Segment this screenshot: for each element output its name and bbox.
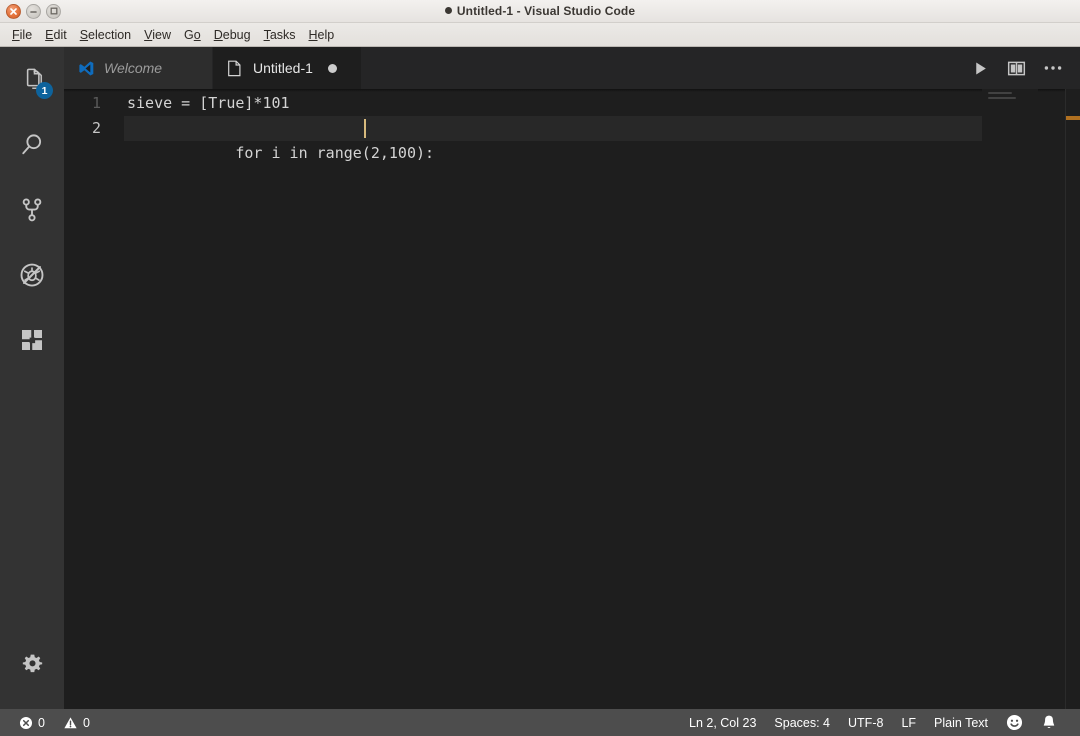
tab-bar: Welcome Untitled-1 [64,47,1080,89]
activity-bar-bottom-group [0,632,64,709]
menu-help[interactable]: Help [303,26,341,44]
error-icon [19,716,33,730]
tab-label: Untitled-1 [253,60,313,76]
tab-untitled-1[interactable]: Untitled-1 [213,47,362,89]
menu-selection[interactable]: Selection [74,26,137,44]
text-caret [364,119,366,138]
status-bar-left: 0 0 [0,709,99,736]
status-errors-count: 0 [38,716,45,730]
status-eol[interactable]: LF [892,709,925,736]
run-button[interactable] [972,60,989,77]
line-number-gutter: 1 2 [64,89,124,709]
extensions-icon [17,325,47,355]
menubar: File Edit Selection View Go Debug Tasks … [0,23,1080,47]
workbench-body: 1 [0,47,1080,709]
menu-view[interactable]: View [138,26,177,44]
status-encoding[interactable]: UTF-8 [839,709,892,736]
code-line-text: for i in range(2,100): [235,144,434,162]
search-icon [17,130,47,160]
status-feedback[interactable] [997,709,1032,736]
smiley-icon [1006,714,1023,731]
tab-label: Welcome [104,60,162,76]
activity-bar: 1 [0,47,64,709]
warning-icon [63,716,78,730]
editor-group: Welcome Untitled-1 [64,47,1080,709]
status-bar: 0 0 Ln 2, Col 23 Spaces: 4 UTF-8 LF Plai… [0,709,1080,736]
status-indentation[interactable]: Spaces: 4 [765,709,839,736]
code-line[interactable]: sieve = [True]*101 [124,91,1080,116]
tabs: Welcome Untitled-1 [64,47,362,89]
sidebar-item-debug[interactable] [0,242,64,307]
window-title-text: Untitled-1 - Visual Studio Code [457,4,635,18]
line-number: 1 [64,91,101,116]
sidebar-item-search[interactable] [0,112,64,177]
menu-file[interactable]: File [6,26,38,44]
gear-icon [19,651,46,678]
window-dirty-indicator [445,7,452,14]
minimize-button[interactable] [26,4,41,19]
vscode-window: Untitled-1 - Visual Studio Code File Edi… [0,0,1080,736]
vscode-logo-icon [78,60,95,77]
activity-bar-top-group: 1 [0,47,64,372]
window-titlebar: Untitled-1 - Visual Studio Code [0,0,1080,23]
close-button[interactable] [6,4,21,19]
menu-debug[interactable]: Debug [208,26,257,44]
status-warnings[interactable]: 0 [54,709,99,736]
status-bar-right: Ln 2, Col 23 Spaces: 4 UTF-8 LF Plain Te… [680,709,1080,736]
split-editor-button[interactable] [1007,59,1026,78]
more-actions-button[interactable] [1044,65,1062,71]
status-cursor-position[interactable]: Ln 2, Col 23 [680,709,765,736]
menu-tasks[interactable]: Tasks [258,26,302,44]
sidebar-item-explorer[interactable]: 1 [0,47,64,112]
window-title: Untitled-1 - Visual Studio Code [0,4,1080,18]
bell-icon [1041,714,1057,731]
line-number: 2 [64,116,101,141]
source-control-icon [17,195,47,225]
sidebar-item-extensions[interactable] [0,307,64,372]
explorer-badge: 1 [36,82,53,99]
code-content[interactable]: sieve = [True]*101 for i in range(2,100)… [124,89,1080,709]
cursor-overview-marker [1066,116,1080,120]
editor-actions [972,47,1080,89]
text-editor[interactable]: 1 2 sieve = [True]*101 for i in range(2,… [64,89,1080,709]
status-notifications[interactable] [1032,709,1066,736]
maximize-button[interactable] [46,4,61,19]
manage-settings-button[interactable] [0,632,64,697]
menu-edit[interactable]: Edit [39,26,73,44]
tab-dirty-indicator[interactable] [328,64,337,73]
status-language-mode[interactable]: Plain Text [925,709,997,736]
code-line[interactable]: for i in range(2,100): [124,116,1025,141]
sidebar-item-source-control[interactable] [0,177,64,242]
window-controls [0,4,61,19]
overview-ruler[interactable] [1065,89,1080,709]
menu-go[interactable]: Go [178,26,207,44]
file-icon [227,60,244,77]
status-errors[interactable]: 0 [10,709,54,736]
status-warnings-count: 0 [83,716,90,730]
debug-icon [17,260,47,290]
tab-welcome[interactable]: Welcome [64,47,213,89]
